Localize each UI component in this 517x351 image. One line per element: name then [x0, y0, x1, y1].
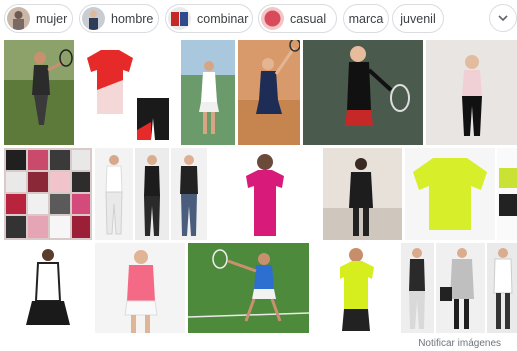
- chip-thumbnail: [168, 7, 191, 30]
- chip-combinar[interactable]: combinar: [165, 4, 253, 33]
- image-result[interactable]: [238, 40, 300, 145]
- image-result[interactable]: [312, 243, 398, 333]
- image-result[interactable]: [497, 148, 517, 240]
- related-searches-row: mujer hombre combinar casual marca juven…: [0, 0, 517, 36]
- chip-label: casual: [290, 11, 327, 26]
- image-result[interactable]: [487, 243, 517, 333]
- chip-label: combinar: [197, 11, 249, 26]
- image-result[interactable]: [4, 243, 92, 333]
- image-result[interactable]: [303, 40, 423, 145]
- image-result[interactable]: [401, 243, 434, 333]
- chip-label: mujer: [36, 11, 68, 26]
- chip-label: hombre: [111, 11, 154, 26]
- image-result[interactable]: [405, 148, 495, 240]
- image-result[interactable]: [4, 40, 74, 145]
- chevron-down-icon: [498, 15, 508, 22]
- chip-thumbnail: [7, 7, 30, 30]
- image-result[interactable]: [77, 40, 178, 145]
- image-result[interactable]: [181, 40, 235, 145]
- image-result[interactable]: [323, 148, 402, 240]
- chip-marca[interactable]: marca: [343, 4, 389, 33]
- chip-thumbnail: [82, 7, 105, 30]
- chip-label: marca: [348, 11, 384, 26]
- image-result[interactable]: [436, 243, 485, 333]
- more-chips-button[interactable]: [489, 4, 517, 32]
- image-result[interactable]: [210, 148, 320, 240]
- chip-mujer[interactable]: mujer: [4, 4, 73, 33]
- image-result[interactable]: [135, 148, 169, 240]
- image-result[interactable]: [426, 40, 517, 145]
- chip-casual[interactable]: casual: [258, 4, 337, 33]
- image-result[interactable]: [188, 243, 309, 333]
- chip-hombre[interactable]: hombre: [79, 4, 159, 33]
- report-images-link[interactable]: Notificar imágenes: [418, 338, 501, 349]
- image-result[interactable]: [95, 243, 185, 333]
- chip-label: juvenil: [400, 11, 436, 26]
- image-result[interactable]: [95, 148, 133, 240]
- chip-juvenil[interactable]: juvenil: [392, 4, 444, 33]
- image-result[interactable]: [4, 148, 92, 240]
- image-result[interactable]: [171, 148, 207, 240]
- chip-thumbnail: [261, 7, 284, 30]
